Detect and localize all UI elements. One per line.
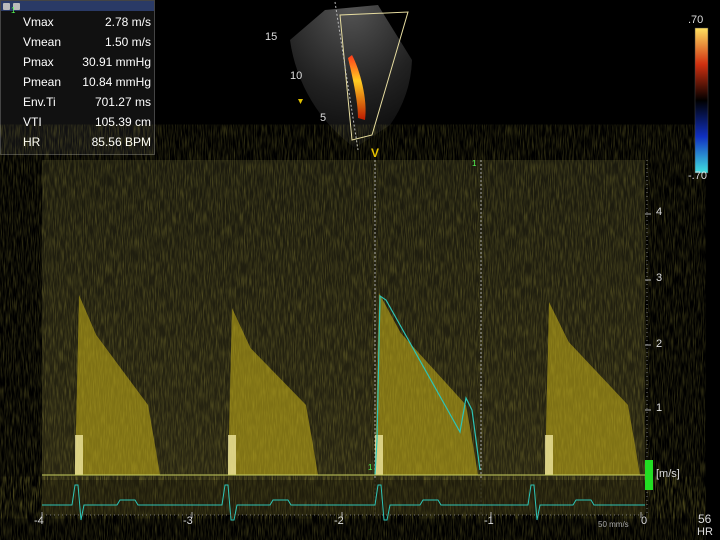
sweep-speed-label: 50 mm/s <box>598 520 629 529</box>
baseline-marker: 1 <box>368 463 373 472</box>
x-tick-label: -4 <box>34 515 44 527</box>
x-tick-label: 0 <box>641 515 648 527</box>
x-tick-label: -1 <box>484 515 494 527</box>
y-tick-label: 3 <box>656 272 663 284</box>
echo-sector <box>290 1 412 151</box>
depth-label: 15 <box>265 31 278 43</box>
heart-rate-value: 56 <box>698 512 712 526</box>
ultrasound-display <box>41 1 709 521</box>
spectral-peak-core <box>545 435 553 475</box>
depth-label: 5 <box>320 112 327 124</box>
spectral-peak-core <box>228 435 236 475</box>
cursor-marker: 1 <box>472 159 477 168</box>
velocity-unit-label: [m/s] <box>656 468 680 480</box>
baseline-scale-marker[interactable] <box>645 460 653 490</box>
focus-marker-icon <box>298 99 303 104</box>
color-scale-top-label: .70 <box>688 14 704 26</box>
color-scale-bar <box>694 27 709 174</box>
y-tick-label: 4 <box>656 206 663 218</box>
heart-rate-label: HR <box>697 526 713 538</box>
spectral-peak-core <box>75 435 83 475</box>
y-tick-label: 2 <box>656 338 663 350</box>
cursor-v-label: V <box>371 146 380 160</box>
color-scale-bottom-label: -.70 <box>688 170 707 182</box>
x-tick-label: -2 <box>334 515 344 527</box>
y-tick-label: 1 <box>656 402 663 414</box>
x-tick-label: -3 <box>183 515 193 527</box>
depth-label: 10 <box>290 70 303 82</box>
